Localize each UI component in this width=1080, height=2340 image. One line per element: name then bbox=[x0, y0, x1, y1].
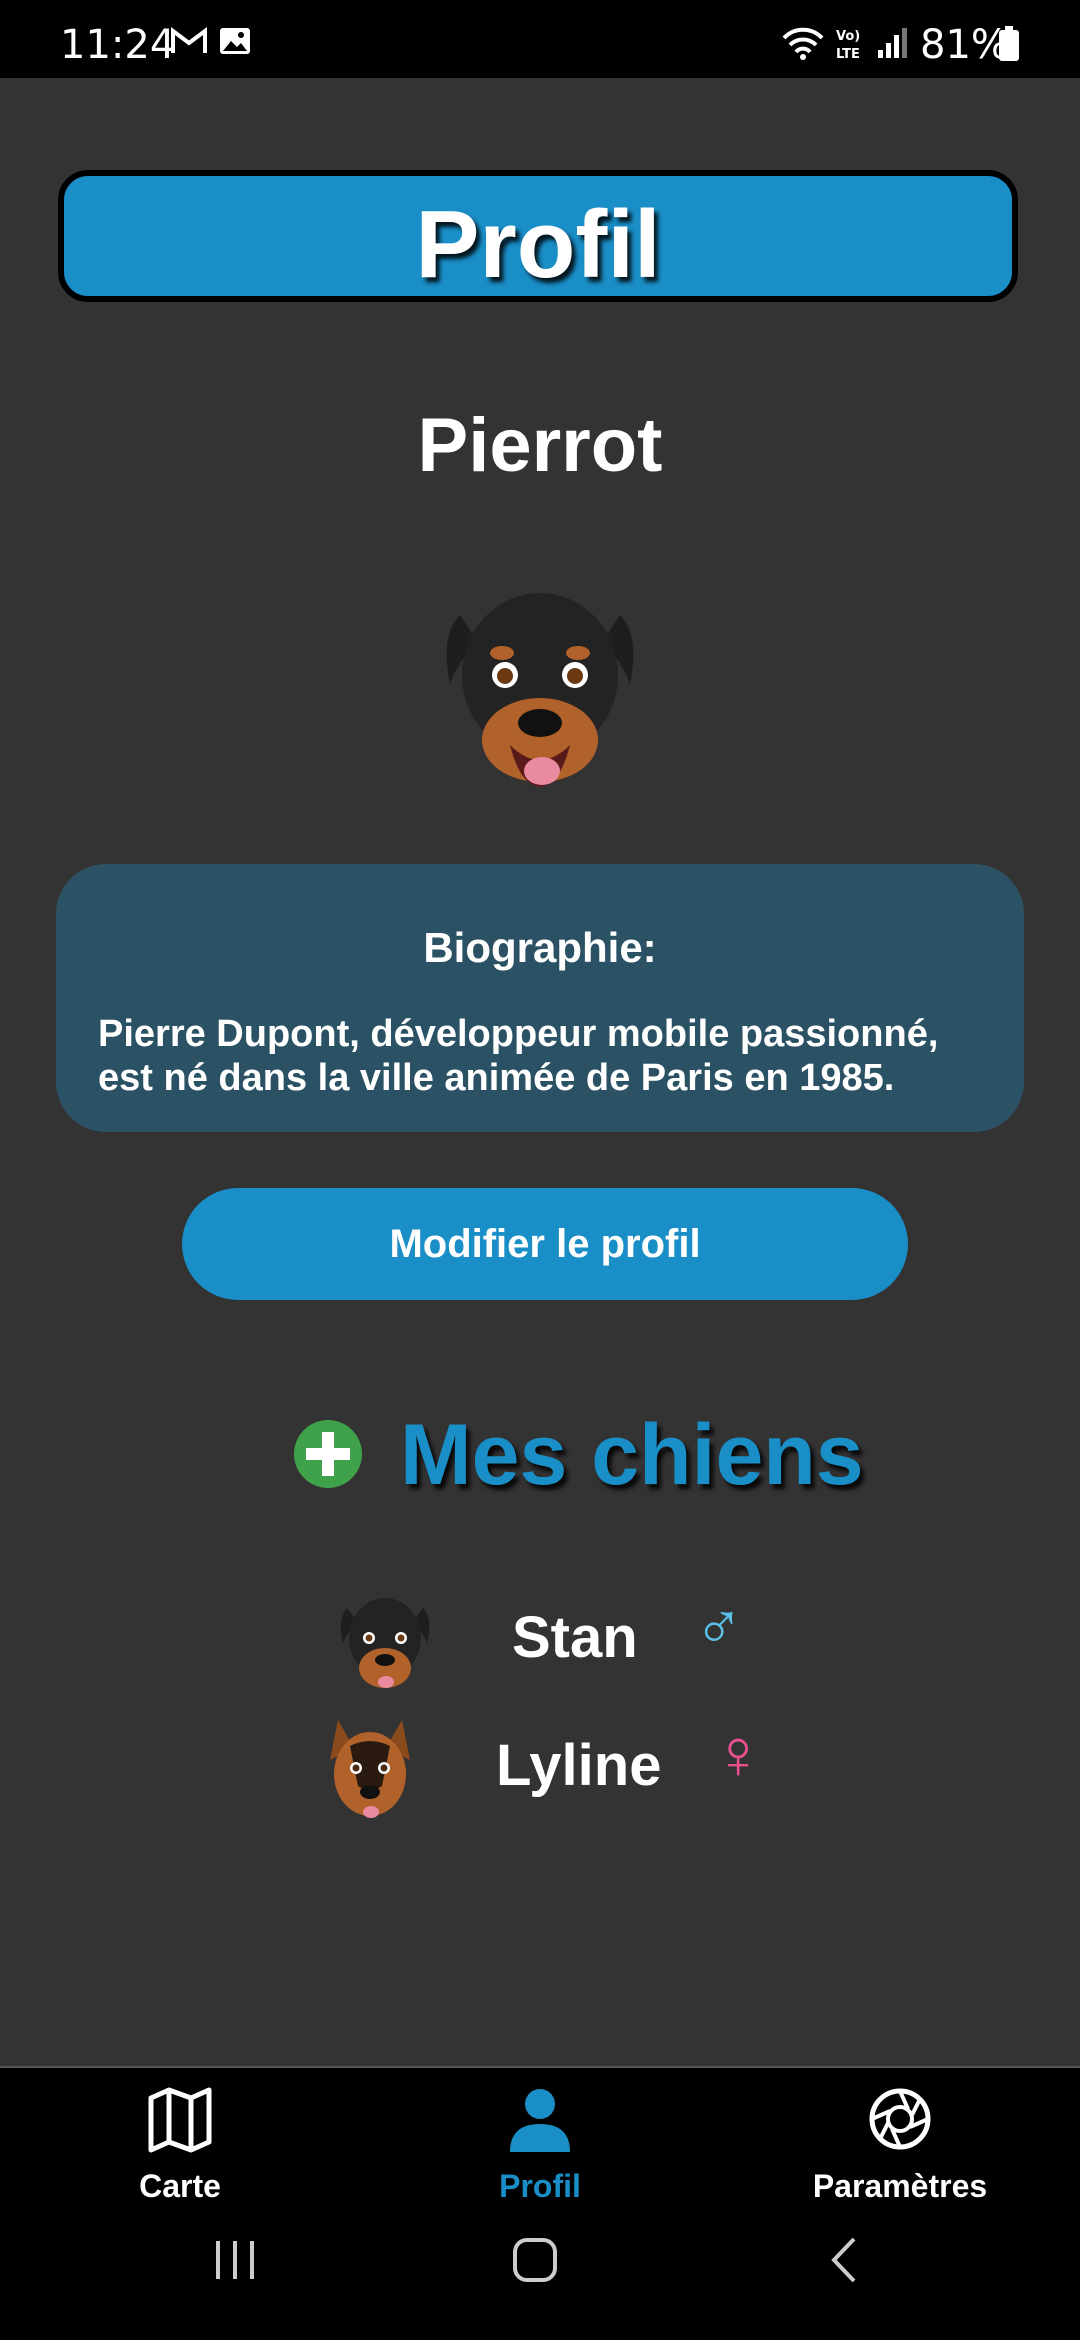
nav-label-carte: Carte bbox=[139, 2168, 221, 2204]
nav-item-carte[interactable]: Carte bbox=[0, 2068, 360, 2238]
gallery-icon bbox=[220, 28, 250, 54]
aperture-icon bbox=[869, 2088, 931, 2150]
dog-row-stan[interactable]: Stan ♂ bbox=[0, 1588, 1080, 1708]
signal-icon bbox=[878, 28, 907, 58]
male-icon: ♂ bbox=[694, 1589, 744, 1663]
german-shepherd-avatar-icon bbox=[330, 1720, 410, 1818]
svg-text:Vo): Vo) bbox=[836, 29, 860, 44]
recent-apps-button[interactable] bbox=[210, 2235, 260, 2285]
female-icon: ♀ bbox=[712, 1715, 765, 1793]
nav-item-profil[interactable]: Profil bbox=[360, 2068, 720, 2238]
page-title: Profil bbox=[415, 191, 661, 298]
home-button[interactable] bbox=[510, 2235, 560, 2285]
dog-name: Lyline bbox=[496, 1733, 662, 1798]
person-icon bbox=[510, 2089, 570, 2152]
user-name: Pierrot bbox=[417, 403, 663, 488]
bio-card: Biographie: Pierre Dupont, développeur m… bbox=[56, 864, 1024, 1132]
dogs-title: Mes chiens bbox=[400, 1407, 864, 1503]
gmail-icon bbox=[171, 27, 207, 53]
dogs-section-header: Mes chiens bbox=[0, 1400, 1080, 1510]
battery-icon bbox=[999, 26, 1019, 61]
status-bar: 11:24 Vo) LTE 81% bbox=[0, 0, 1080, 78]
bio-text: Pierre Dupont, développeur mobile passio… bbox=[98, 1013, 939, 1099]
dog-row-lyline[interactable]: Lyline ♀ bbox=[0, 1715, 1080, 1836]
dog-name: Stan bbox=[512, 1605, 638, 1670]
add-dog-button[interactable] bbox=[292, 1418, 364, 1490]
back-button[interactable] bbox=[820, 2235, 870, 2285]
status-time: 11:24 bbox=[60, 22, 176, 68]
svg-text:LTE: LTE bbox=[836, 47, 860, 62]
nav-label-profil: Profil bbox=[499, 2168, 581, 2204]
nav-item-parametres[interactable]: Paramètres bbox=[720, 2068, 1080, 2238]
edit-profile-button[interactable]: Modifier le profil bbox=[182, 1188, 908, 1300]
rottweiler-avatar-icon bbox=[446, 593, 634, 787]
user-avatar[interactable] bbox=[430, 575, 650, 795]
nav-label-parametres: Paramètres bbox=[812, 2168, 988, 2204]
header-bar: Profil bbox=[58, 170, 1018, 302]
map-icon bbox=[148, 2087, 212, 2153]
volte-icon: Vo) LTE bbox=[836, 29, 860, 62]
rottweiler-avatar-icon bbox=[340, 1598, 430, 1688]
bottom-nav: Carte Profil Paramètres bbox=[0, 2066, 1080, 2340]
wifi-icon bbox=[782, 27, 824, 60]
bio-title: Biographie: bbox=[423, 924, 657, 971]
battery-percent: 81% bbox=[920, 22, 1009, 68]
